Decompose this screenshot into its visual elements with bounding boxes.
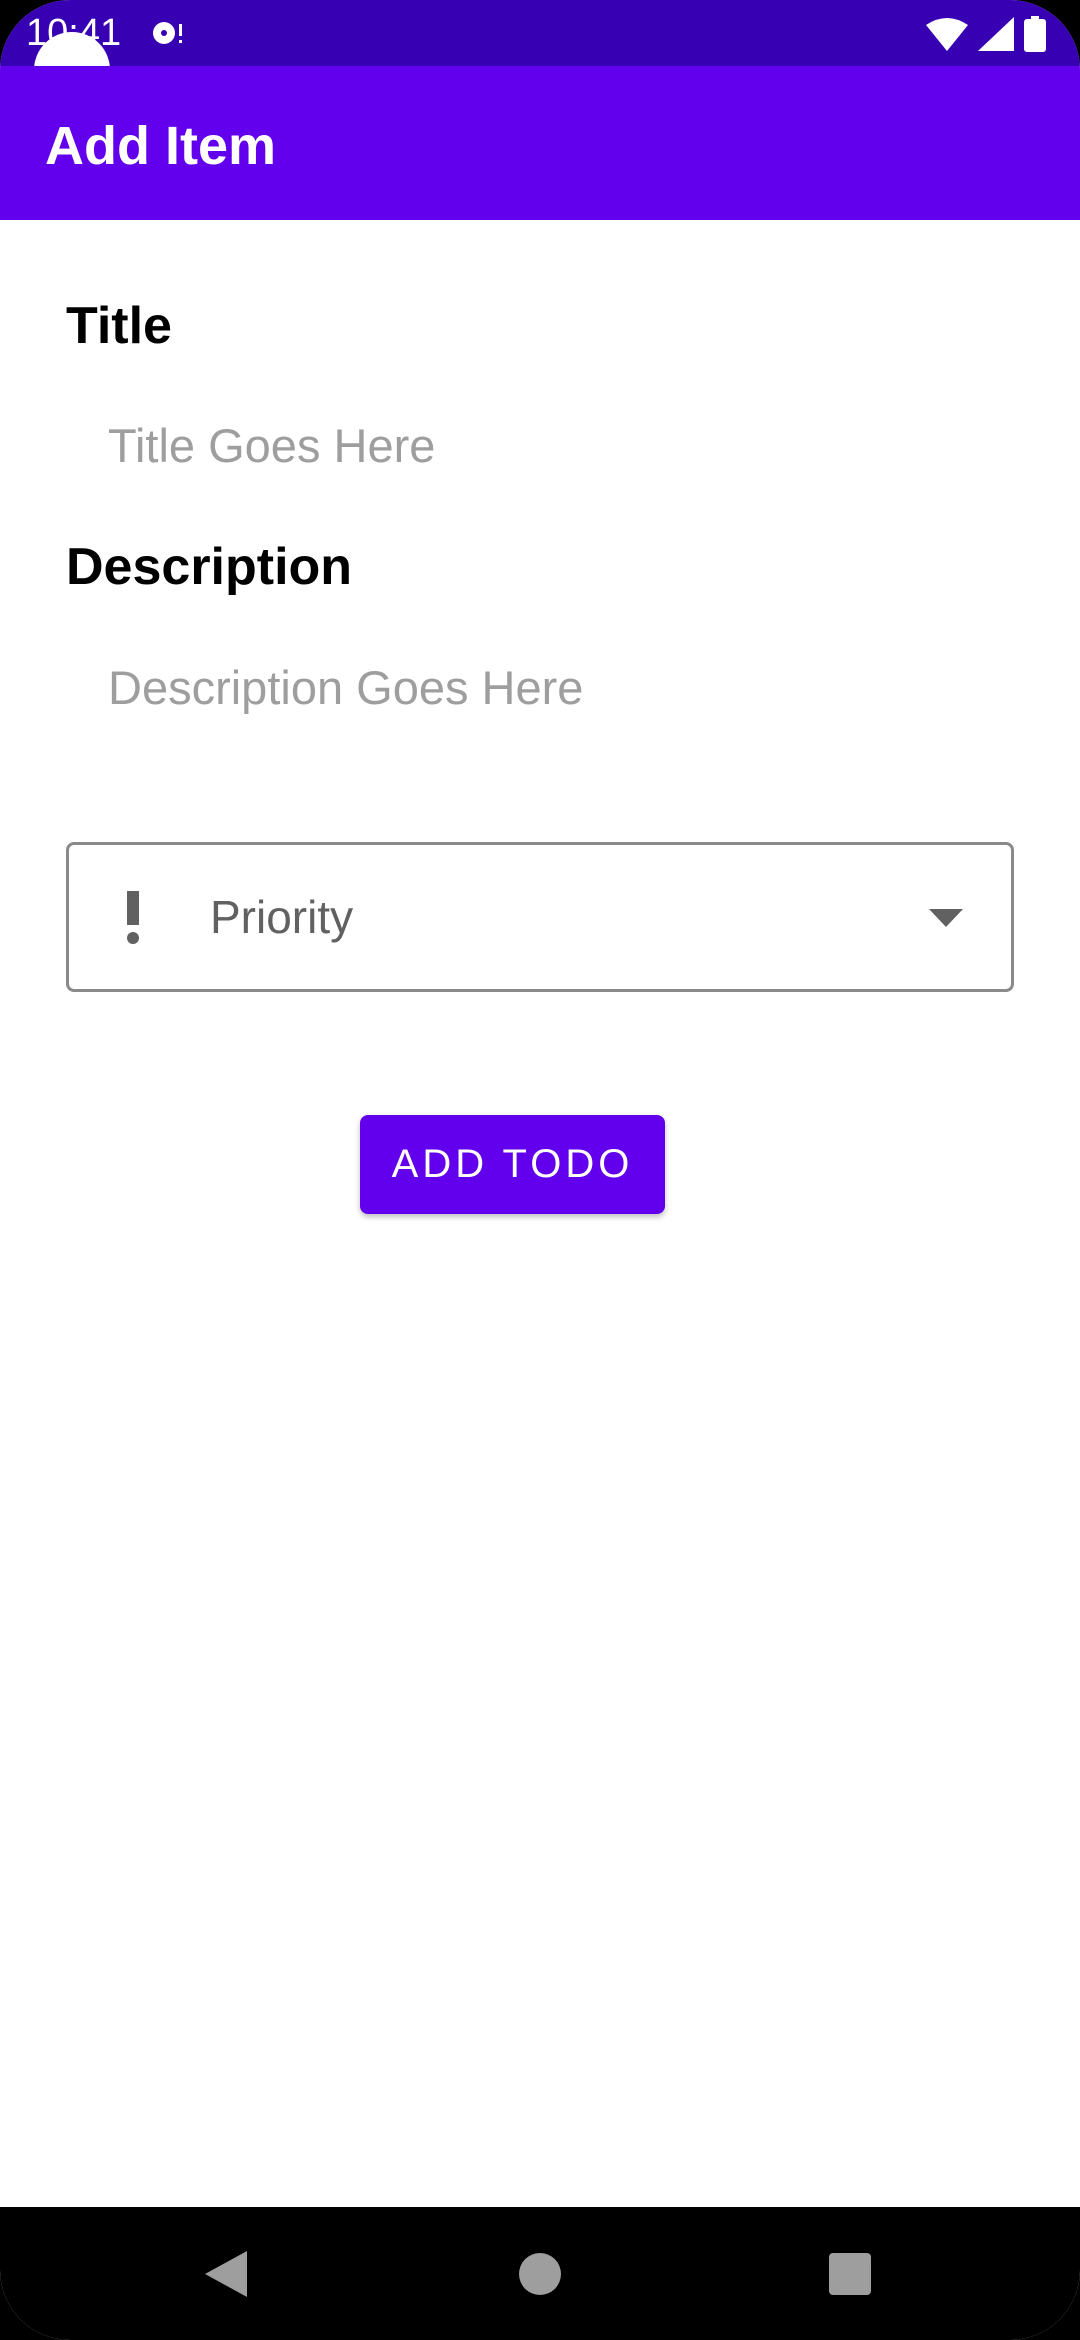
recents-icon <box>829 2252 871 2295</box>
back-icon <box>205 2250 247 2297</box>
cell-signal-icon <box>978 17 1014 51</box>
back-button[interactable] <box>146 2207 306 2340</box>
home-icon <box>519 2252 561 2295</box>
title-label: Title <box>66 297 172 355</box>
recents-button[interactable] <box>770 2207 930 2340</box>
priority-dropdown[interactable]: Priority <box>66 842 1014 992</box>
add-todo-button[interactable]: ADD TODO <box>360 1115 665 1214</box>
status-icons <box>926 14 1046 54</box>
page-title: Add Item <box>45 116 277 176</box>
priority-label: Priority <box>210 891 354 943</box>
home-button[interactable] <box>460 2207 620 2340</box>
media-notification-icon <box>153 22 182 44</box>
description-input[interactable] <box>66 632 1014 742</box>
priority-high-icon <box>127 891 139 944</box>
title-input[interactable] <box>66 390 1014 500</box>
description-label: Description <box>66 538 353 596</box>
status-bar: 10:41 <box>0 0 1080 66</box>
screen: 10:41 Add Item Title Description <box>0 0 1080 2340</box>
navigation-bar <box>0 2207 1080 2340</box>
battery-icon <box>1024 16 1046 52</box>
wifi-icon <box>926 18 968 51</box>
chevron-down-icon <box>929 909 963 927</box>
app-bar: Add Item <box>0 66 1080 220</box>
